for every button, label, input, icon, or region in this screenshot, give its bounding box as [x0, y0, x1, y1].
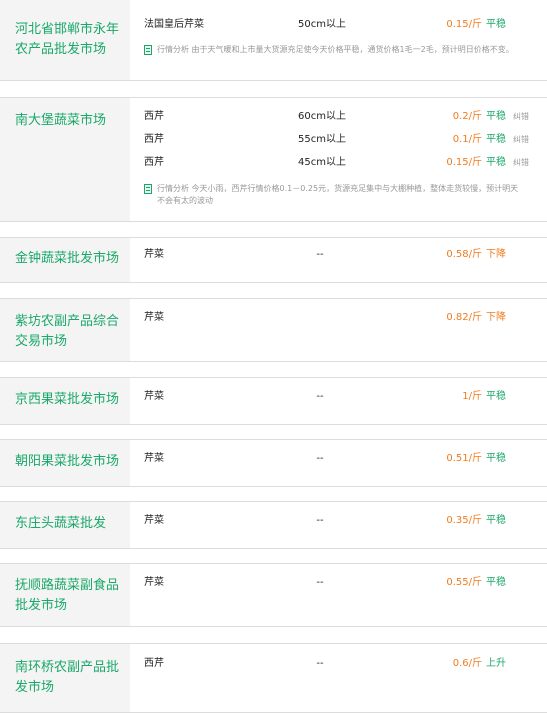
- product-spec: --: [316, 249, 324, 260]
- price-trend: 平稳: [486, 19, 506, 30]
- product-spec: 50cm以上: [298, 19, 346, 30]
- document-icon: [144, 184, 152, 194]
- market-analysis: 行情分析 由于天气暖和上市量大货源充足使今天价格平稳，通货价格1毛一2毛，预计明…: [144, 44, 524, 56]
- price-row: 芹菜 -- 0.58/斤 下降: [130, 245, 547, 265]
- product-name: 法国皇后芹菜: [144, 19, 204, 30]
- price-trend: 下降: [486, 249, 506, 260]
- product-spec: 60cm以上: [298, 111, 346, 122]
- product-price: 1/斤: [462, 391, 482, 402]
- market-name[interactable]: 金钟蔬菜批发市场: [0, 238, 130, 282]
- market-block: 朝阳果菜批发市场 芹菜 -- 0.51/斤 平稳: [0, 439, 547, 487]
- product-price: 0.15/斤: [446, 19, 482, 30]
- product-price: 0.55/斤: [446, 577, 482, 588]
- product-name: 芹菜: [144, 453, 164, 464]
- product-name: 西芹: [144, 134, 164, 145]
- product-name: 芹菜: [144, 312, 164, 323]
- price-row: 芹菜 0.82/斤 下降: [130, 308, 547, 328]
- product-price: 0.15/斤: [446, 157, 482, 168]
- correct-link[interactable]: 纠错: [513, 153, 529, 173]
- price-trend: 平稳: [486, 577, 506, 588]
- market-name[interactable]: 紫坊农副产品综合交易市场: [0, 299, 130, 361]
- price-trend: 平稳: [486, 391, 506, 402]
- product-spec: --: [316, 391, 324, 402]
- product-price: 0.51/斤: [446, 453, 482, 464]
- price-row: 芹菜 -- 1/斤 平稳: [130, 387, 547, 407]
- market-block: 南环桥农副产品批发市场 西芹 -- 0.6/斤 上升: [0, 643, 547, 713]
- price-row: 芹菜 -- 0.35/斤 平稳: [130, 511, 547, 531]
- analysis-text: 行情分析 由于天气暖和上市量大货源充足使今天价格平稳，通货价格1毛一2毛，预计明…: [157, 45, 514, 54]
- price-row: 西芹 55cm以上 0.1/斤 平稳 纠错: [130, 130, 547, 150]
- market-name[interactable]: 朝阳果菜批发市场: [0, 440, 130, 486]
- price-trend: 平稳: [486, 157, 506, 168]
- correct-link[interactable]: 纠错: [513, 107, 529, 127]
- product-price: 0.82/斤: [446, 312, 482, 323]
- market-name[interactable]: 京西果菜批发市场: [0, 378, 130, 424]
- market-block: 南大堡蔬菜市场 西芹 60cm以上 0.2/斤 平稳 纠错 西芹 55cm以上 …: [0, 97, 547, 222]
- market-block: 京西果菜批发市场 芹菜 -- 1/斤 平稳: [0, 377, 547, 425]
- market-block: 东庄头蔬菜批发 芹菜 -- 0.35/斤 平稳: [0, 501, 547, 549]
- market-name[interactable]: 抚顺路蔬菜副食品批发市场: [0, 564, 130, 626]
- price-row: 芹菜 -- 0.55/斤 平稳: [130, 573, 547, 593]
- market-block: 紫坊农副产品综合交易市场 芹菜 0.82/斤 下降: [0, 298, 547, 362]
- market-block: 抚顺路蔬菜副食品批发市场 芹菜 -- 0.55/斤 平稳: [0, 563, 547, 627]
- price-row: 西芹 45cm以上 0.15/斤 平稳 纠错: [130, 153, 547, 173]
- product-spec: --: [316, 453, 324, 464]
- product-spec: 55cm以上: [298, 134, 346, 145]
- correct-link[interactable]: 纠错: [513, 130, 529, 150]
- price-trend: 平稳: [486, 453, 506, 464]
- product-name: 芹菜: [144, 249, 164, 260]
- product-price: 0.58/斤: [446, 249, 482, 260]
- product-price: 0.1/斤: [452, 134, 482, 145]
- price-row: 西芹 60cm以上 0.2/斤 平稳 纠错: [130, 107, 547, 127]
- price-row: 芹菜 -- 0.51/斤 平稳: [130, 449, 547, 469]
- product-name: 芹菜: [144, 577, 164, 588]
- price-row: 法国皇后芹菜 50cm以上 0.15/斤 平稳: [130, 15, 547, 35]
- document-icon: [144, 45, 152, 55]
- product-name: 西芹: [144, 111, 164, 122]
- product-spec: --: [316, 515, 324, 526]
- product-price: 0.2/斤: [452, 111, 482, 122]
- market-name[interactable]: 东庄头蔬菜批发: [0, 502, 130, 548]
- product-spec: --: [316, 658, 324, 669]
- product-price: 0.35/斤: [446, 515, 482, 526]
- product-name: 芹菜: [144, 515, 164, 526]
- analysis-text: 行情分析 今天小雨，西芹行情价格0.1－0.25元，货源充足集中与大棚种植，整体…: [157, 184, 519, 205]
- price-trend: 平稳: [486, 111, 506, 122]
- price-trend: 下降: [486, 312, 506, 323]
- product-price: 0.6/斤: [452, 658, 482, 669]
- market-block: 金钟蔬菜批发市场 芹菜 -- 0.58/斤 下降: [0, 237, 547, 283]
- market-block: 河北省邯郸市永年农产品批发市场 法国皇后芹菜 50cm以上 0.15/斤 平稳 …: [0, 0, 547, 81]
- price-trend: 平稳: [486, 134, 506, 145]
- market-name[interactable]: 河北省邯郸市永年农产品批发市场: [0, 0, 130, 80]
- price-trend: 上升: [486, 658, 506, 669]
- price-trend: 平稳: [486, 515, 506, 526]
- price-row: 西芹 -- 0.6/斤 上升: [130, 654, 547, 674]
- product-spec: 45cm以上: [298, 157, 346, 168]
- market-name[interactable]: 南环桥农副产品批发市场: [0, 644, 130, 712]
- market-analysis: 行情分析 今天小雨，西芹行情价格0.1－0.25元，货源充足集中与大棚种植，整体…: [144, 183, 524, 207]
- product-name: 西芹: [144, 658, 164, 669]
- product-name: 芹菜: [144, 391, 164, 402]
- product-name: 西芹: [144, 157, 164, 168]
- market-name[interactable]: 南大堡蔬菜市场: [0, 98, 130, 221]
- product-spec: --: [316, 577, 324, 588]
